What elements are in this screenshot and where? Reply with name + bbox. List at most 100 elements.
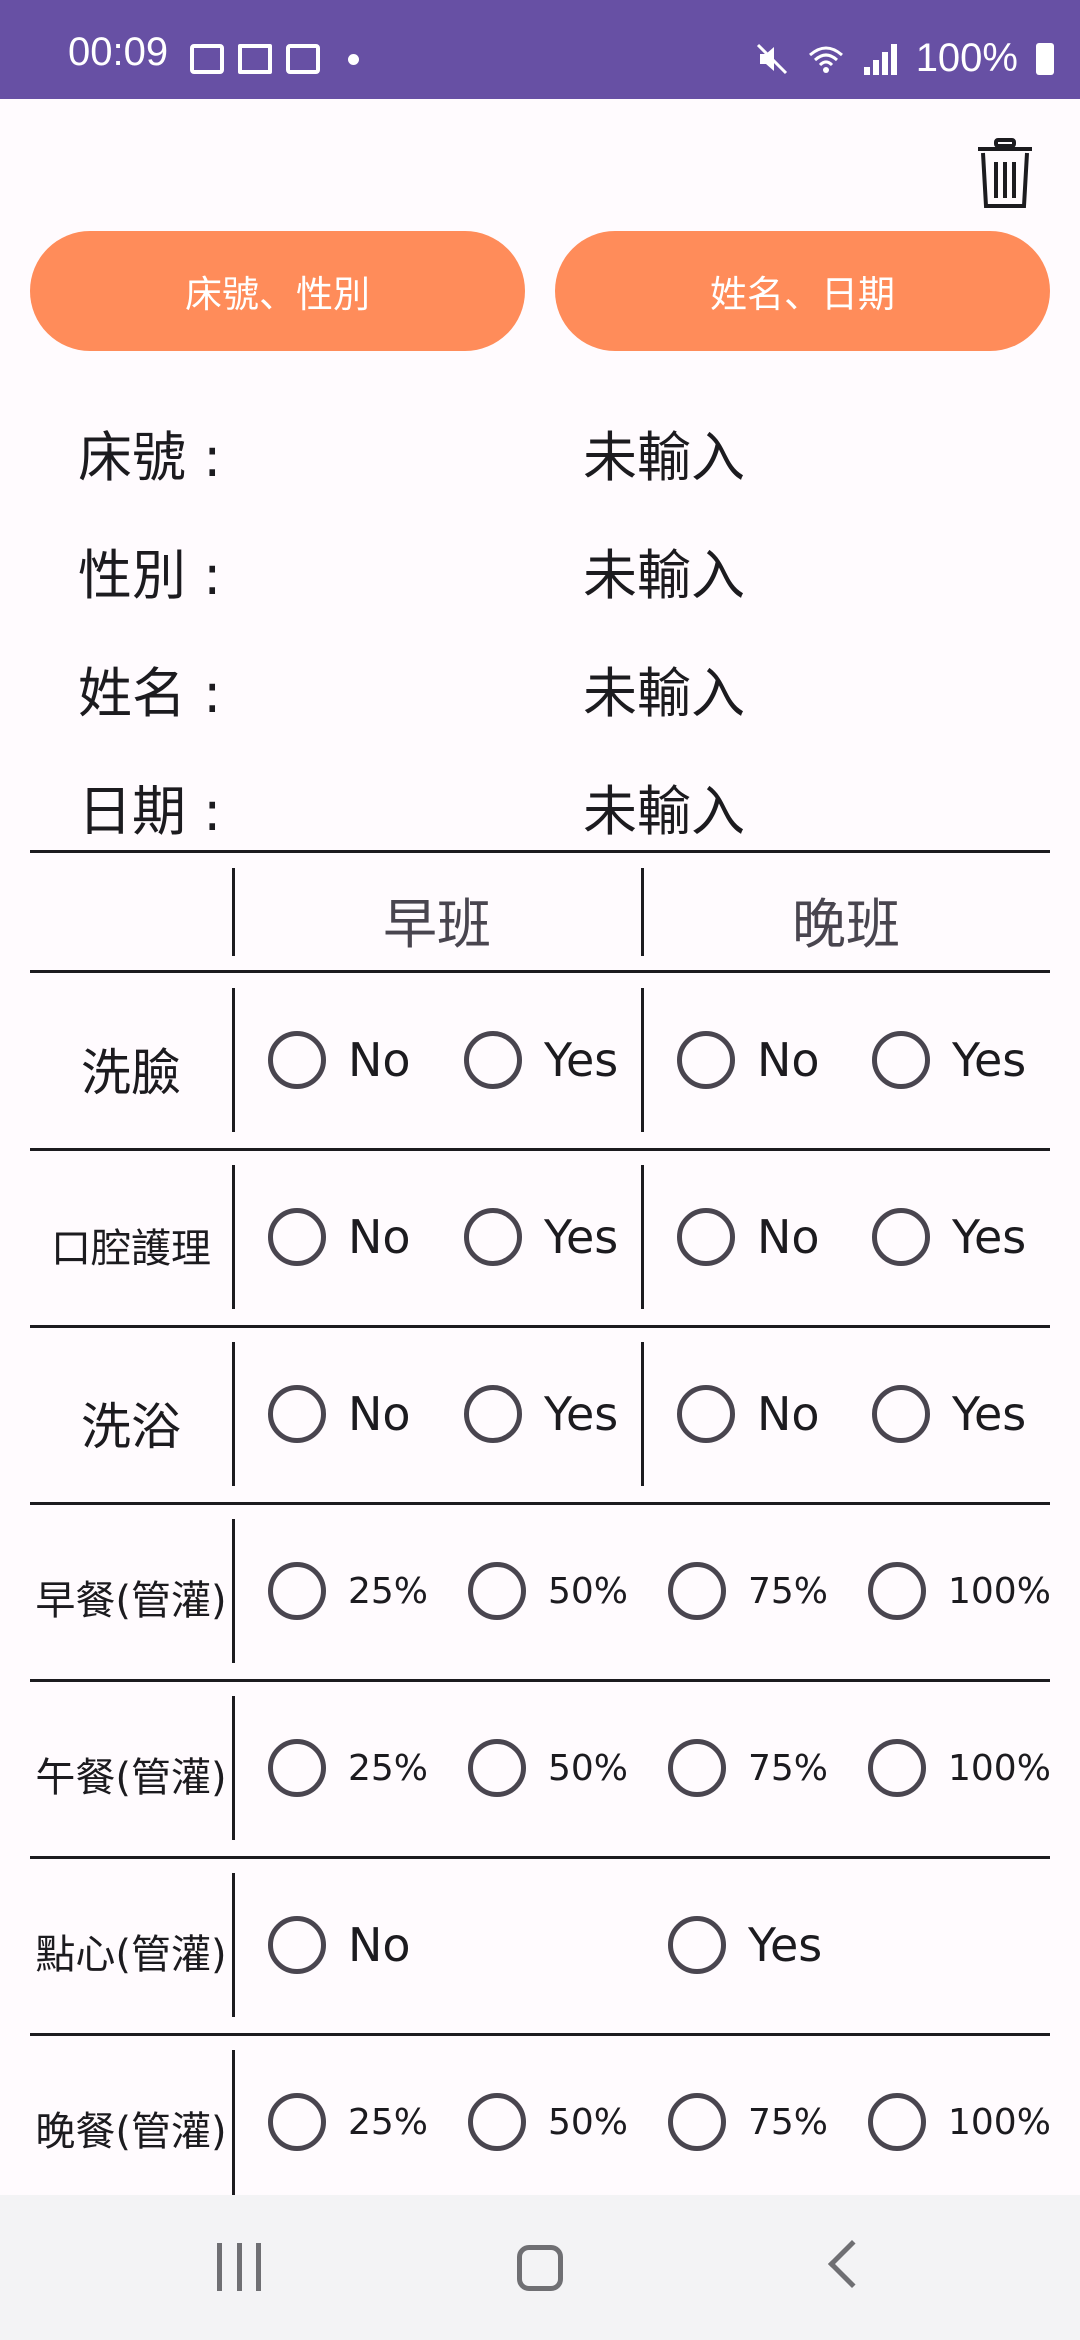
radio-dinner-50[interactable]: 50% <box>468 2093 628 2151</box>
radio-circle-icon <box>268 2093 326 2151</box>
column-divider <box>232 1342 235 1486</box>
table-divider <box>30 970 1050 973</box>
radio-circle-icon <box>268 1208 326 1266</box>
table-divider <box>30 1148 1050 1151</box>
radio-wash-face-morning-no[interactable]: No <box>268 1031 411 1089</box>
row-label-oral-care: 口腔護理 <box>51 1226 211 1272</box>
gmail-icon <box>238 44 272 74</box>
radio-circle-icon <box>468 2093 526 2151</box>
radio-bath-morning-no[interactable]: No <box>268 1385 411 1443</box>
radio-circle-icon <box>268 1385 326 1443</box>
name-label: 姓名 : <box>78 662 222 725</box>
radio-wash-face-morning-yes[interactable]: Yes <box>464 1031 618 1089</box>
row-label-breakfast: 早餐(管灌) <box>35 1578 227 1624</box>
column-divider <box>641 868 644 956</box>
radio-lunch-75[interactable]: 75% <box>668 1739 828 1797</box>
radio-circle-icon <box>468 1739 526 1797</box>
radio-dinner-25[interactable]: 25% <box>268 2093 428 2151</box>
radio-circle-icon <box>677 1385 735 1443</box>
mute-icon <box>756 43 787 74</box>
table-divider <box>30 1679 1050 1682</box>
radio-circle-icon <box>668 1562 726 1620</box>
radio-circle-icon <box>668 2093 726 2151</box>
column-divider <box>232 988 235 1132</box>
column-divider <box>232 1873 235 2017</box>
column-divider <box>232 868 235 956</box>
home-icon[interactable] <box>517 2245 563 2291</box>
navigation-bar <box>0 2195 1080 2340</box>
radio-circle-icon <box>677 1031 735 1089</box>
radio-circle-icon <box>872 1031 930 1089</box>
radio-bath-evening-no[interactable]: No <box>677 1385 820 1443</box>
radio-circle-icon <box>464 1385 522 1443</box>
radio-lunch-100[interactable]: 100% <box>868 1739 1051 1797</box>
date-value: 未輸入 <box>583 780 745 843</box>
radio-circle-icon <box>268 1031 326 1089</box>
radio-circle-icon <box>677 1208 735 1266</box>
table-divider <box>30 2033 1050 2036</box>
battery-icon <box>1036 42 1054 75</box>
radio-oral-care-evening-no[interactable]: No <box>677 1208 820 1266</box>
radio-wash-face-evening-no[interactable]: No <box>677 1031 820 1089</box>
radio-circle-icon <box>872 1208 930 1266</box>
battery-percent: 100% <box>915 36 1018 80</box>
row-label-dinner: 晚餐(管灌) <box>35 2109 227 2155</box>
radio-circle-icon <box>464 1031 522 1089</box>
back-icon[interactable] <box>827 2239 877 2289</box>
status-bar: 00:09 100% <box>0 0 1080 99</box>
radio-circle-icon <box>668 1739 726 1797</box>
radio-breakfast-25[interactable]: 25% <box>268 1562 428 1620</box>
wifi-icon <box>808 46 843 73</box>
radio-circle-icon <box>468 1562 526 1620</box>
gender-label: 性別 : <box>78 544 222 607</box>
column-divider <box>232 1519 235 1663</box>
table-divider <box>30 1856 1050 1859</box>
row-label-lunch: 午餐(管灌) <box>35 1755 227 1801</box>
radio-circle-icon <box>268 1739 326 1797</box>
radio-circle-icon <box>464 1208 522 1266</box>
column-divider <box>232 1165 235 1309</box>
trash-icon[interactable] <box>976 138 1034 210</box>
radio-circle-icon <box>868 1739 926 1797</box>
gender-value: 未輸入 <box>583 544 745 607</box>
radio-bath-morning-yes[interactable]: Yes <box>464 1385 618 1443</box>
header-evening-shift: 晚班 <box>792 893 900 956</box>
radio-oral-care-evening-yes[interactable]: Yes <box>872 1208 1026 1266</box>
radio-circle-icon <box>868 1562 926 1620</box>
column-divider <box>232 1696 235 1840</box>
table-divider <box>30 850 1050 853</box>
bed-gender-button[interactable]: 床號、性別 <box>30 231 525 351</box>
date-label: 日期 : <box>78 780 222 843</box>
header-morning-shift: 早班 <box>383 893 491 956</box>
row-label-wash-face: 洗臉 <box>81 1044 181 1102</box>
notification-icons <box>190 44 359 74</box>
radio-wash-face-evening-yes[interactable]: Yes <box>872 1031 1026 1089</box>
radio-lunch-25[interactable]: 25% <box>268 1739 428 1797</box>
recent-apps-icon[interactable] <box>217 2243 261 2291</box>
bed-label: 床號 : <box>78 426 222 489</box>
radio-circle-icon <box>268 1562 326 1620</box>
radio-bath-evening-yes[interactable]: Yes <box>872 1385 1026 1443</box>
radio-circle-icon <box>668 1916 726 1974</box>
radio-dinner-75[interactable]: 75% <box>668 2093 828 2151</box>
name-date-button[interactable]: 姓名、日期 <box>555 231 1050 351</box>
table-divider <box>30 1325 1050 1328</box>
radio-circle-icon <box>868 2093 926 2151</box>
column-divider <box>232 2050 235 2195</box>
table-divider <box>30 1502 1050 1505</box>
column-divider <box>641 988 644 1132</box>
radio-oral-care-morning-yes[interactable]: Yes <box>464 1208 618 1266</box>
status-right: 100% <box>754 36 1054 81</box>
status-time: 00:09 <box>68 30 169 74</box>
radio-breakfast-75[interactable]: 75% <box>668 1562 828 1620</box>
radio-breakfast-50[interactable]: 50% <box>468 1562 628 1620</box>
radio-lunch-50[interactable]: 50% <box>468 1739 628 1797</box>
radio-breakfast-100[interactable]: 100% <box>868 1562 1051 1620</box>
column-divider <box>641 1165 644 1309</box>
row-label-bath: 洗浴 <box>81 1398 181 1456</box>
radio-oral-care-morning-no[interactable]: No <box>268 1208 411 1266</box>
bed-value: 未輸入 <box>583 426 745 489</box>
radio-snack-no[interactable]: No <box>268 1916 411 1974</box>
radio-snack-yes[interactable]: Yes <box>668 1916 822 1974</box>
radio-dinner-100[interactable]: 100% <box>868 2093 1051 2151</box>
